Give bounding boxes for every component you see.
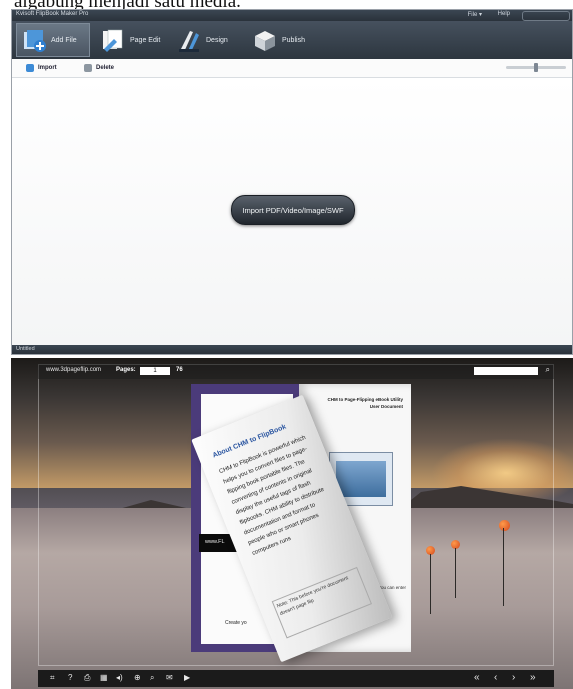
file-list-area: Import PDF/Video/Image/SWF xyxy=(12,78,572,345)
search-input[interactable] xyxy=(474,367,538,375)
tab-add-file[interactable]: Add File xyxy=(16,23,90,57)
pages-label: Pages: xyxy=(116,367,136,373)
previous-page-icon[interactable]: ‹ xyxy=(494,673,497,683)
tab-label: Design xyxy=(206,36,228,44)
import-button[interactable]: Import xyxy=(26,62,57,74)
flipbook-viewer: www.3dpageflip.com Pages: 1 76 ⌕ www.FL … xyxy=(11,358,573,689)
design-icon xyxy=(176,27,202,53)
delete-icon xyxy=(84,64,92,72)
status-text: Untitled xyxy=(16,346,35,352)
zoom-in-icon[interactable]: ⊕ xyxy=(134,673,141,683)
tab-label: Page Edit xyxy=(130,36,161,44)
page-number-input[interactable]: 1 xyxy=(140,367,170,375)
tab-label: Add File xyxy=(51,36,77,44)
search-icon[interactable]: ⌕ xyxy=(546,365,550,375)
delete-button[interactable]: Delete xyxy=(84,62,114,74)
help-menu[interactable]: Help xyxy=(498,11,510,17)
import-label: Import xyxy=(38,65,57,71)
title-bar: Kvisoft FlipBook Maker Pro File ▾ Help xyxy=(12,10,572,21)
flower-bud xyxy=(499,520,510,531)
file-menu[interactable]: File ▾ xyxy=(468,11,482,18)
fullscreen-icon[interactable]: ⌗ xyxy=(50,673,55,683)
zoom-slider-knob[interactable] xyxy=(534,63,538,72)
site-link[interactable]: www.3dpageflip.com xyxy=(46,367,101,373)
viewer-top-bar: www.3dpageflip.com Pages: 1 76 ⌕ xyxy=(38,364,554,379)
thumbnails-icon[interactable]: ▦ xyxy=(100,673,108,683)
help-icon[interactable]: ? xyxy=(68,673,72,683)
tab-design[interactable]: Design xyxy=(172,23,234,57)
window-controls[interactable] xyxy=(522,11,570,21)
publish-icon xyxy=(252,27,278,53)
flower-stem xyxy=(430,554,431,614)
window-title: Kvisoft FlipBook Maker Pro xyxy=(16,11,89,17)
tab-publish[interactable]: Publish xyxy=(248,23,314,57)
flower-stem xyxy=(503,528,504,606)
tab-label: Publish xyxy=(282,36,305,44)
add-file-icon xyxy=(21,27,47,53)
cover-banner-text: www.FL xyxy=(205,539,225,545)
print-icon[interactable]: ⎙ xyxy=(84,673,90,683)
cover-footer: Create yo xyxy=(225,620,247,626)
search-icon[interactable]: ⌕ xyxy=(150,673,154,683)
toolbar: Import Delete xyxy=(12,59,572,78)
delete-label: Delete xyxy=(96,65,115,71)
autoplay-icon[interactable]: ▶ xyxy=(184,673,190,683)
sound-icon[interactable]: ◂) xyxy=(116,673,123,683)
flipbook-maker-window: Kvisoft FlipBook Maker Pro File ▾ Help A… xyxy=(11,9,573,355)
last-page-icon[interactable]: » xyxy=(530,673,536,683)
status-bar: Untitled xyxy=(12,345,572,354)
zoom-slider[interactable] xyxy=(506,63,566,72)
flower-stem xyxy=(455,548,456,598)
ribbon: Add File Page Edit Design Publish xyxy=(12,21,572,59)
turning-page-note: Note: This before you're document doesn'… xyxy=(271,566,372,639)
right-page-heading: CHM to Page-Flipping eBook Utility User … xyxy=(327,397,404,409)
turning-page-text: CHM to FlipBook is powerful which helps … xyxy=(218,434,326,557)
import-icon xyxy=(26,64,34,72)
first-page-icon[interactable]: « xyxy=(474,673,480,683)
tab-page-edit[interactable]: Page Edit xyxy=(96,23,166,57)
import-pdf-video-image-swf-button[interactable]: Import PDF/Video/Image/SWF xyxy=(231,195,355,225)
flipbook[interactable]: www.FL Create yo CHM to Page-Flipping eB… xyxy=(191,384,411,663)
page-edit-icon xyxy=(100,27,126,53)
page-total: 76 xyxy=(176,367,183,373)
email-icon[interactable]: ✉ xyxy=(166,673,173,683)
viewer-toolbar: ⌗ ? ⎙ ▦ ◂) ⊕ ⌕ ✉ ▶ « ‹ › » xyxy=(38,670,554,687)
next-page-icon[interactable]: › xyxy=(512,673,515,683)
